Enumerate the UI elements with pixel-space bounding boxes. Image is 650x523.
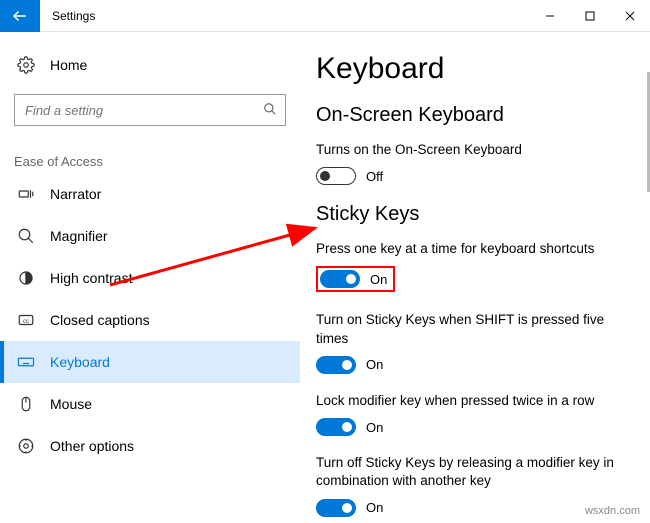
setting-label: Lock modifier key when pressed twice in … (316, 392, 622, 410)
search-input[interactable] (23, 102, 263, 119)
sidebar: Home Ease of Access Narrator Magnifier (0, 32, 300, 523)
search-box[interactable] (14, 94, 286, 126)
section-title-osk: On-Screen Keyboard (316, 104, 622, 127)
sidebar-item-other-options[interactable]: Other options (0, 425, 300, 467)
toggle-state: On (366, 420, 383, 435)
sidebar-item-label: High contrast (50, 270, 132, 286)
page-title: Keyboard (316, 52, 622, 86)
narrator-icon (14, 185, 38, 203)
close-icon (625, 11, 635, 21)
toggle-state: Off (366, 169, 383, 184)
setting-label: Press one key at a time for keyboard sho… (316, 240, 622, 258)
sidebar-item-keyboard[interactable]: Keyboard (0, 341, 300, 383)
toggle-sticky-shift5[interactable] (316, 356, 356, 374)
sidebar-item-magnifier[interactable]: Magnifier (0, 215, 300, 257)
setting-sticky-shift5: Turn on Sticky Keys when SHIFT is presse… (316, 311, 622, 373)
closed-captions-icon: cc (14, 311, 38, 329)
highlight-annotation: On (316, 266, 395, 292)
sidebar-item-label: Narrator (50, 186, 101, 202)
gear-icon (14, 56, 38, 74)
mouse-icon (14, 395, 38, 413)
window-controls (530, 0, 650, 32)
sidebar-item-closed-captions[interactable]: cc Closed captions (0, 299, 300, 341)
setting-turn-off-sticky: Turn off Sticky Keys by releasing a modi… (316, 454, 622, 516)
high-contrast-icon (14, 269, 38, 287)
setting-osk: Turns on the On-Screen Keyboard Off (316, 141, 622, 185)
setting-label: Turn on Sticky Keys when SHIFT is presse… (316, 311, 622, 347)
sidebar-item-mouse[interactable]: Mouse (0, 383, 300, 425)
sidebar-item-label: Closed captions (50, 312, 150, 328)
toggle-osk[interactable] (316, 167, 356, 185)
minimize-button[interactable] (530, 0, 570, 32)
back-button[interactable] (0, 0, 40, 32)
sidebar-item-label: Magnifier (50, 228, 108, 244)
titlebar: Settings (0, 0, 650, 32)
sidebar-item-label: Other options (50, 438, 134, 454)
other-options-icon (14, 437, 38, 455)
minimize-icon (545, 11, 555, 21)
home-label: Home (50, 57, 87, 73)
home-link[interactable]: Home (0, 50, 300, 80)
keyboard-icon (14, 353, 38, 371)
watermark: wsxdn.com (585, 505, 640, 517)
toggle-state: On (366, 357, 383, 372)
close-button[interactable] (610, 0, 650, 32)
toggle-state: On (366, 500, 383, 515)
toggle-lock-modifier[interactable] (316, 418, 356, 436)
main-panel: Keyboard On-Screen Keyboard Turns on the… (300, 32, 650, 523)
sidebar-item-high-contrast[interactable]: High contrast (0, 257, 300, 299)
sidebar-item-narrator[interactable]: Narrator (0, 173, 300, 215)
search-icon (263, 102, 277, 119)
svg-text:cc: cc (23, 319, 29, 325)
setting-sticky-shortcut: Press one key at a time for keyboard sho… (316, 240, 622, 293)
sidebar-item-label: Mouse (50, 396, 92, 412)
setting-lock-modifier: Lock modifier key when pressed twice in … (316, 392, 622, 436)
setting-label: Turns on the On-Screen Keyboard (316, 141, 622, 159)
maximize-icon (585, 11, 595, 21)
window-title: Settings (40, 9, 530, 23)
maximize-button[interactable] (570, 0, 610, 32)
arrow-left-icon (11, 7, 29, 25)
toggle-sticky-shortcut[interactable] (320, 270, 360, 288)
sidebar-item-label: Keyboard (50, 354, 110, 370)
toggle-turn-off-sticky[interactable] (316, 499, 356, 517)
section-title-sticky-keys: Sticky Keys (316, 203, 622, 226)
magnifier-icon (14, 227, 38, 245)
toggle-state: On (370, 272, 387, 287)
sidebar-section-header: Ease of Access (0, 140, 300, 173)
setting-label: Turn off Sticky Keys by releasing a modi… (316, 454, 622, 490)
